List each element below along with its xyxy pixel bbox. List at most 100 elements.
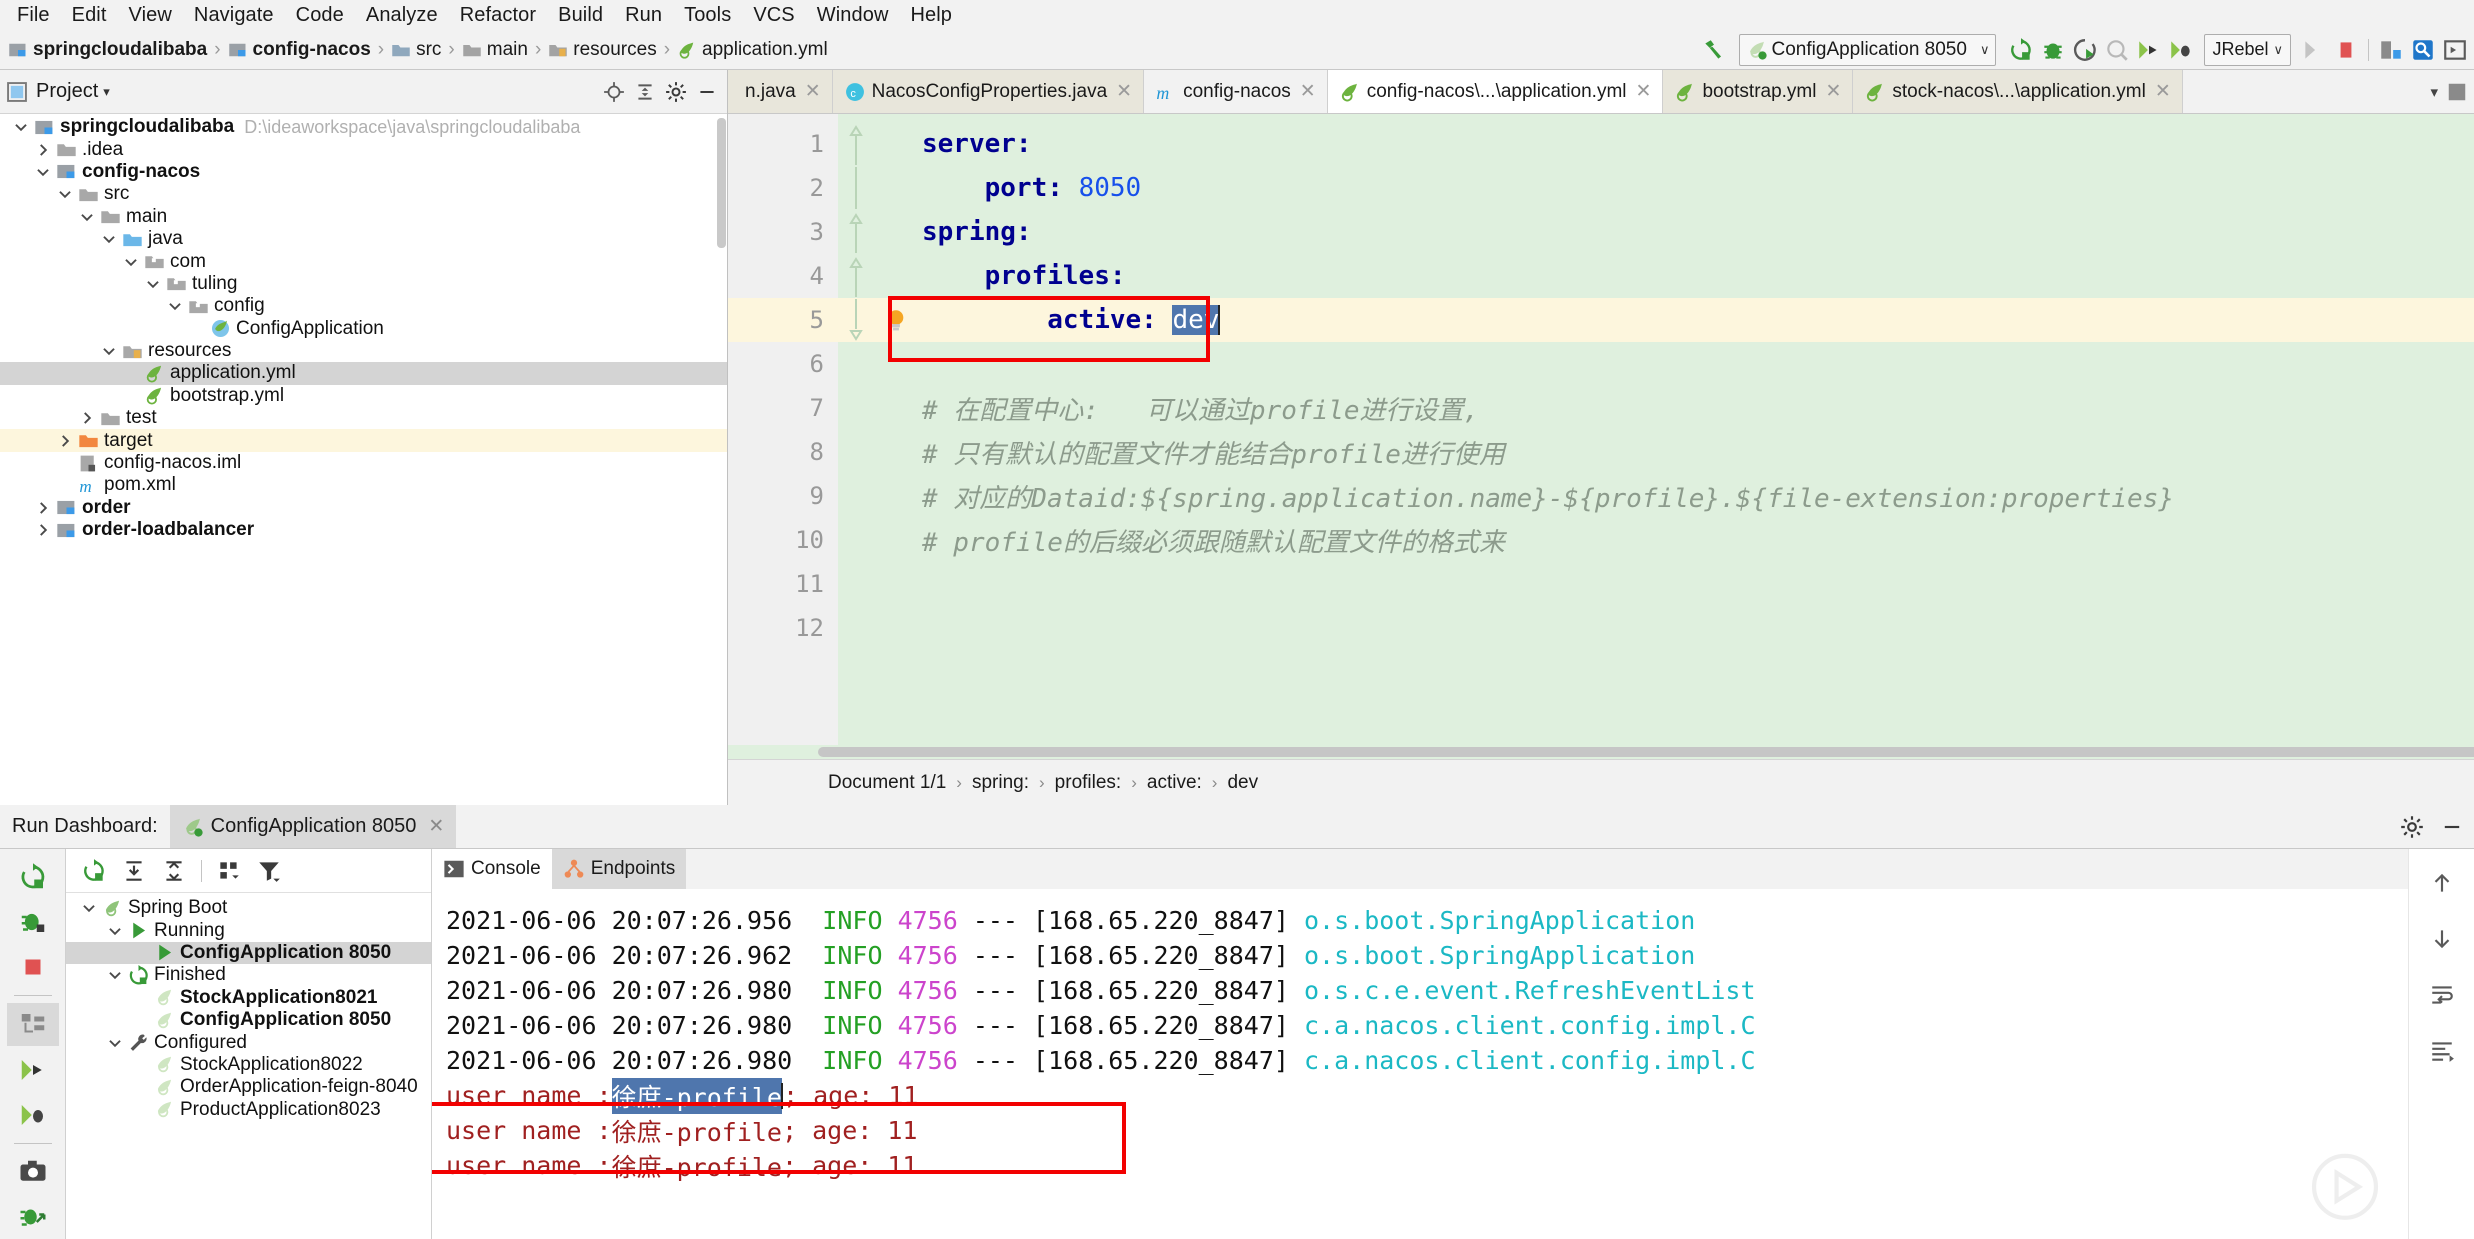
- jrebel-debug-icon[interactable]: [7, 1093, 59, 1136]
- soft-wrap-icon[interactable]: [2420, 975, 2464, 1015]
- project-tree-item-order-loadbalancer[interactable]: order-loadbalancer: [0, 519, 727, 541]
- stop-icon[interactable]: [2331, 35, 2361, 65]
- project-tree-item-application-yml[interactable]: application.yml: [0, 362, 727, 385]
- editor-breadcrumb-item-active[interactable]: active:: [1147, 772, 1202, 794]
- collapse-all-icon[interactable]: [631, 78, 659, 106]
- chevron-down-icon[interactable]: [10, 118, 32, 136]
- close-icon[interactable]: ✕: [1636, 80, 1652, 103]
- project-tree-item-src[interactable]: src: [0, 183, 727, 205]
- project-tree-item-test[interactable]: test: [0, 407, 727, 429]
- code-content[interactable]: server: port: 8050 spring: profiles: acti…: [918, 114, 2474, 745]
- run-dashboard-tab[interactable]: ConfigApplication 8050 ✕: [169, 805, 457, 848]
- code-line-1[interactable]: server:: [918, 122, 2474, 166]
- run-dashboard-item-spring-boot[interactable]: Spring Boot: [66, 897, 431, 919]
- group-by-icon[interactable]: [211, 854, 247, 888]
- close-icon[interactable]: ✕: [1825, 80, 1841, 103]
- scroll-end-icon[interactable]: [2420, 1031, 2464, 1071]
- project-tree-item-configapplication[interactable]: ConfigApplication: [0, 318, 727, 340]
- project-tree[interactable]: springcloudalibaba D:\ideaworkspace\java\…: [0, 114, 727, 805]
- menu-tools[interactable]: Tools: [673, 4, 742, 27]
- collapse-all-icon[interactable]: [156, 854, 192, 888]
- console-output[interactable]: 2021-06-06 20:07:26.956 INFO 4756 --- [1…: [432, 889, 2408, 1239]
- debug-icon[interactable]: [2038, 35, 2068, 65]
- breadcrumb-item-resources[interactable]: resources: [548, 39, 657, 61]
- code-line-7[interactable]: # 在配置中心: 可以通过profile进行设置,: [918, 386, 2474, 430]
- project-tree-item-config-nacos-iml[interactable]: config-nacos.iml: [0, 452, 727, 474]
- debug-attach-icon[interactable]: [7, 1196, 59, 1239]
- open-icon[interactable]: [2440, 35, 2470, 65]
- code-editor[interactable]: 1 2 3 4 5 6 7 8 9 10 11 12 server: port: 8050 spring…: [728, 114, 2474, 745]
- close-icon[interactable]: ✕: [1116, 80, 1132, 103]
- chevron-down-icon[interactable]: ▾: [103, 84, 110, 100]
- chevron-down-icon[interactable]: ▾: [2430, 83, 2438, 101]
- profile-icon[interactable]: [2102, 35, 2132, 65]
- editor-breadcrumb[interactable]: Document 1/1 › spring: › profiles: › active: › d…: [728, 759, 2474, 805]
- editor-tab-config-nacos-application-yml[interactable]: config-nacos\...\application.yml ✕: [1327, 70, 1664, 113]
- rerun-icon[interactable]: [7, 855, 59, 898]
- editor-tab-bootstrap-yml[interactable]: bootstrap.yml ✕: [1663, 70, 1854, 113]
- project-tree-scrollbar[interactable]: [717, 118, 726, 248]
- code-line-12[interactable]: [918, 606, 2474, 650]
- fold-marker-icon[interactable]: [838, 210, 874, 254]
- run-dashboard-item-running[interactable]: Running: [66, 919, 431, 941]
- camera-icon[interactable]: [7, 1151, 59, 1194]
- menu-help[interactable]: Help: [899, 4, 963, 27]
- chevron-down-icon[interactable]: [32, 163, 54, 181]
- menu-vcs[interactable]: VCS: [742, 4, 805, 27]
- run-with-coverage-icon[interactable]: [2070, 35, 2100, 65]
- chevron-down-icon[interactable]: [98, 230, 120, 248]
- menu-code[interactable]: Code: [285, 4, 355, 27]
- code-line-11[interactable]: [918, 562, 2474, 606]
- hide-icon[interactable]: [2438, 813, 2466, 841]
- breadcrumb-item-main[interactable]: main: [462, 39, 528, 61]
- run-dashboard-item-stockapplication8022[interactable]: StockApplication8022: [66, 1054, 431, 1076]
- scrollbar-thumb[interactable]: [818, 747, 2474, 757]
- run-dashboard-item-orderapplication-feign-8040[interactable]: OrderApplication-feign-8040: [66, 1076, 431, 1098]
- code-line-3[interactable]: spring:: [918, 210, 2474, 254]
- run-dashboard-item-configapplication-8050[interactable]: ConfigApplication 8050: [66, 1009, 431, 1031]
- editor-breadcrumb-item-profiles[interactable]: profiles:: [1055, 772, 1122, 794]
- project-tree-item-com[interactable]: com: [0, 250, 727, 272]
- search-everywhere-icon[interactable]: [2408, 35, 2438, 65]
- code-line-9[interactable]: # 对应的Dataid:${spring.application.name}-$…: [918, 474, 2474, 518]
- chevron-down-icon[interactable]: [104, 922, 126, 940]
- list-icon[interactable]: [2446, 81, 2468, 103]
- project-tree-item-springcloudalibaba[interactable]: springcloudalibaba D:\ideaworkspace\java\…: [0, 116, 727, 138]
- chevron-down-icon[interactable]: [164, 297, 186, 315]
- debug-icon[interactable]: [7, 900, 59, 943]
- editor-horizontal-scrollbar[interactable]: [728, 745, 2474, 759]
- layout-icon[interactable]: [6, 1002, 59, 1046]
- chevron-right-icon[interactable]: [32, 499, 54, 517]
- chevron-down-icon[interactable]: ∨: [2273, 42, 2283, 58]
- scroll-up-icon[interactable]: [2420, 863, 2464, 903]
- chevron-down-icon[interactable]: [78, 899, 100, 917]
- close-icon[interactable]: ✕: [428, 815, 444, 838]
- project-tree-item-target[interactable]: target: [0, 429, 727, 452]
- project-tree-item--idea[interactable]: .idea: [0, 138, 727, 160]
- project-structure-icon[interactable]: [2376, 35, 2406, 65]
- fold-marker-icon[interactable]: [838, 254, 874, 298]
- editor-breadcrumb-item-document11[interactable]: Document 1/1: [828, 772, 946, 794]
- menu-build[interactable]: Build: [547, 4, 614, 27]
- project-tree-item-config[interactable]: config: [0, 295, 727, 317]
- editor-tab-nacosconfigproperties-java[interactable]: c NacosConfigProperties.java ✕: [832, 70, 1145, 113]
- editor-breadcrumb-item-dev[interactable]: dev: [1227, 772, 1258, 794]
- editor-tab-strip[interactable]: n.java ✕ c NacosConfigProperties.java ✕ m conf…: [728, 70, 2474, 114]
- project-tree-item-main[interactable]: main: [0, 206, 727, 228]
- settings-gear-icon[interactable]: [2398, 813, 2426, 841]
- chevron-right-icon[interactable]: [32, 521, 54, 539]
- run-dashboard-item-configured[interactable]: Configured: [66, 1031, 431, 1053]
- run-dashboard-item-stockapplication8021[interactable]: StockApplication8021: [66, 987, 431, 1009]
- code-line-10[interactable]: # profile的后缀必须跟随默认配置文件的格式来: [918, 518, 2474, 562]
- editor-tab-overflow[interactable]: ▾: [2424, 70, 2474, 113]
- hammer-icon[interactable]: [1699, 35, 1729, 65]
- menu-window[interactable]: Window: [806, 4, 900, 27]
- locate-icon[interactable]: [600, 78, 628, 106]
- console-tab-endpoints[interactable]: Endpoints: [551, 849, 687, 889]
- jrebel-run-icon[interactable]: [7, 1048, 59, 1091]
- fold-marker-icon[interactable]: [838, 122, 874, 166]
- jrebel-selector[interactable]: JRebel ∨: [2204, 33, 2291, 66]
- project-tree-item-tuling[interactable]: tuling: [0, 273, 727, 295]
- close-icon[interactable]: ✕: [1300, 80, 1316, 103]
- breadcrumb-item-file[interactable]: application.yml: [677, 39, 828, 61]
